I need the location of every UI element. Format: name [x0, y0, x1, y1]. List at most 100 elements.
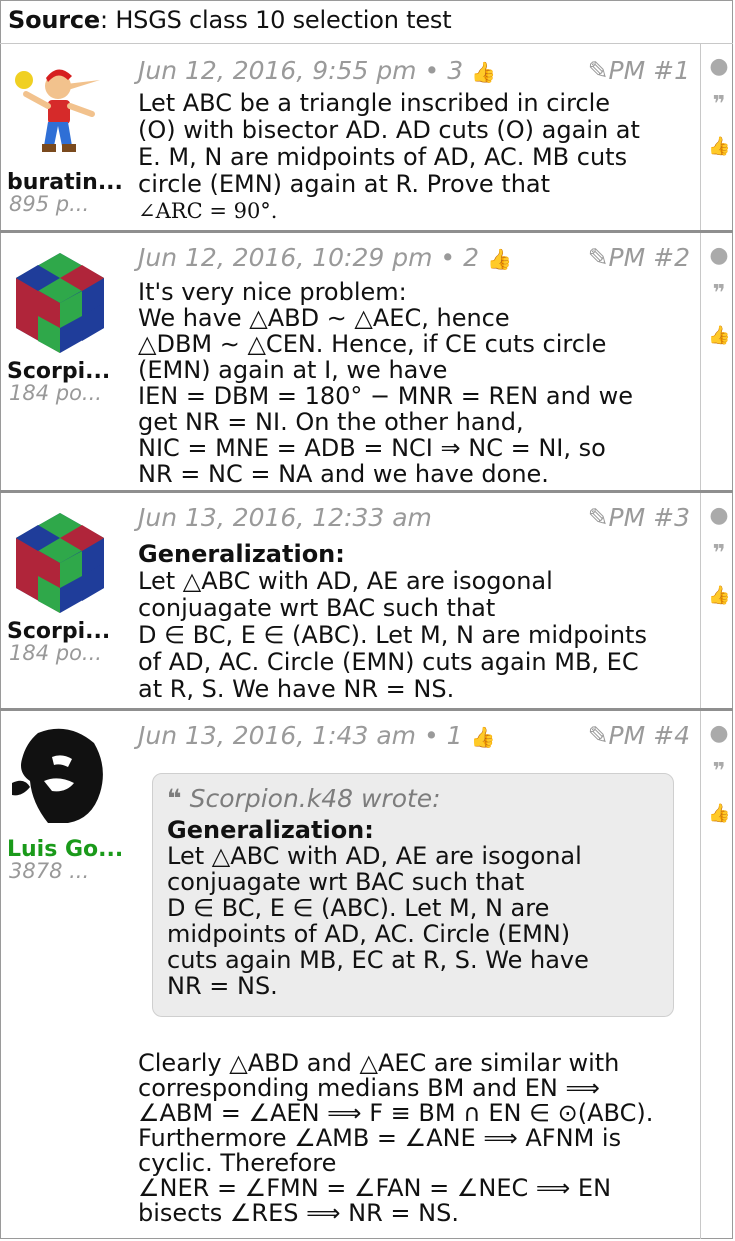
- avatar-pinocchio[interactable]: [8, 56, 112, 160]
- quote-block: ❝ Scorpion.k48 wrote: Generalization: Le…: [152, 773, 674, 1017]
- post-meta: Jun 13, 2016, 1:43 am • 1 👍: [138, 721, 496, 750]
- exclamation-icon[interactable]: ●: [708, 56, 730, 78]
- quote-line: D ∈ BC, E ∈ (ABC). Let M, N are: [167, 894, 550, 922]
- body-line: Clearly △ABD and △AEC are similar with: [138, 1049, 620, 1077]
- body-line: Let ABC be a triangle inscribed in circl…: [138, 89, 611, 117]
- body-line: ∠NER = ∠FMN = ∠FAN = ∠NEC ⟹ EN: [138, 1174, 612, 1202]
- pm-link[interactable]: ✎PM #2: [588, 243, 690, 272]
- user-points: 184 po...: [9, 381, 102, 405]
- body-line: ∠ABM = ∠AEN ⟹ F ≡ BM ∩ EN ∈ ⊙(ABC).: [138, 1099, 654, 1127]
- post-body: Let ABC be a triangle inscribed in circl…: [138, 90, 640, 225]
- body-line: conjuagate wrt BAC such that: [138, 594, 496, 622]
- body-line: of AD, AC. Circle (EMN) cuts again MB, E…: [138, 648, 639, 676]
- post-actions: ● ❞ 👍: [700, 493, 734, 708]
- source-label: Source: [8, 6, 100, 34]
- quote-icon[interactable]: ❞: [708, 94, 730, 116]
- quote-icon[interactable]: ❞: [708, 761, 730, 783]
- post-actions: ● ❞ 👍: [700, 44, 734, 230]
- body-line: Let △ABC with AD, AE are isogonal: [138, 567, 553, 595]
- body-line: E. M, N are midpoints of AD, AC. MB cuts: [138, 143, 628, 171]
- author-column: Luis Go... 3878 ...: [0, 711, 130, 1239]
- thumbs-up-icon[interactable]: 👍: [708, 585, 730, 607]
- post-content: Jun 12, 2016, 9:55 pm • 3 👍 ✎PM #1 Let A…: [138, 44, 698, 233]
- quote-icon[interactable]: ❞: [708, 283, 730, 305]
- body-line: corresponding medians BM and EN ⟹: [138, 1074, 600, 1102]
- body-line: get NR = NI. On the other hand,: [138, 408, 524, 436]
- post-date: Jun 12, 2016, 9:55 pm: [138, 56, 417, 85]
- quote-heading: Generalization:: [167, 816, 374, 844]
- body-line: We have △ABD ∼ △AEC, hence: [138, 304, 510, 332]
- body-line: It's very nice problem:: [138, 278, 407, 306]
- body-line: at R, S. We have NR = NS.: [138, 675, 455, 703]
- like-count: 3: [447, 56, 464, 85]
- body-line: ∠ARC = 90°.: [138, 199, 278, 223]
- post-body: Generalization: Let △ABC with AD, AE are…: [138, 541, 647, 703]
- thumbs-up-icon[interactable]: 👍: [708, 325, 730, 347]
- post-meta: Jun 13, 2016, 12:33 am: [138, 503, 432, 532]
- body-line: NIC = MNE = ADB = NCI ⇒ NC = NI, so: [138, 434, 606, 462]
- body-line: (O) with bisector AD. AD cuts (O) again …: [138, 116, 640, 144]
- post-1: buratin... 895 p... Jun 12, 2016, 9:55 p…: [0, 44, 733, 233]
- exclamation-icon[interactable]: ●: [708, 245, 730, 267]
- post-date: Jun 13, 2016, 1:43 am: [138, 721, 416, 750]
- thumbs-up-icon: 👍: [471, 60, 496, 84]
- body-line: circle (EMN) again at R. Prove that: [138, 170, 551, 198]
- user-points: 895 p...: [9, 192, 90, 216]
- avatar-face-sketch[interactable]: [8, 723, 112, 827]
- quote-icon[interactable]: ❞: [708, 543, 730, 565]
- post-body: It's very nice problem: We have △ABD ∼ △…: [138, 279, 633, 487]
- body-line: Furthermore ∠AMB = ∠ANE ⟹ AFNM is: [138, 1124, 622, 1152]
- exclamation-icon[interactable]: ●: [708, 723, 730, 745]
- exclamation-icon[interactable]: ●: [708, 505, 730, 527]
- edit-icon: ✎: [587, 243, 609, 272]
- quote-line: Let △ABC with AD, AE are isogonal: [167, 842, 582, 870]
- quote-line: cuts again MB, EC at R, S. We have: [167, 946, 589, 974]
- post-date: Jun 12, 2016, 10:29 pm: [138, 243, 433, 272]
- avatar-cubes[interactable]: [8, 511, 112, 615]
- quote-line: midpoints of AD, AC. Circle (EMN): [167, 920, 571, 948]
- quote-author: Scorpion.k48 wrote:: [189, 784, 441, 813]
- edit-icon: ✎: [587, 721, 609, 750]
- edit-icon: ✎: [587, 503, 609, 532]
- body-line: △DBM ∼ △CEN. Hence, if CE cuts circle: [138, 330, 607, 358]
- body-line: cyclic. Therefore: [138, 1149, 337, 1177]
- quote-line: NR = NS.: [167, 972, 278, 1000]
- user-points: 184 po...: [9, 641, 102, 665]
- quote-header: ❝ Scorpion.k48 wrote:: [167, 784, 659, 813]
- post-4: Luis Go... 3878 ... Jun 13, 2016, 1:43 a…: [0, 711, 733, 1239]
- post-actions: ● ❞ 👍: [700, 233, 734, 490]
- source-text: : HSGS class 10 selection test: [100, 6, 452, 34]
- post-heading: Generalization:: [138, 540, 345, 568]
- post-meta: Jun 12, 2016, 9:55 pm • 3 👍: [138, 56, 496, 85]
- post-3: Scorpi... 184 po... Jun 13, 2016, 12:33 …: [0, 493, 733, 711]
- like-count: 2: [463, 243, 479, 272]
- thumbs-up-icon: 👍: [470, 725, 496, 749]
- post-meta: Jun 12, 2016, 10:29 pm • 2 👍: [138, 243, 512, 272]
- quote-icon: ❝: [167, 784, 182, 813]
- thumbs-up-icon[interactable]: 👍: [708, 136, 730, 158]
- pm-link[interactable]: ✎PM #4: [588, 721, 690, 750]
- like-count: 1: [446, 721, 463, 750]
- post-content: Jun 13, 2016, 12:33 am ✎PM #3 Generaliza…: [138, 493, 698, 711]
- body-line: bisects ∠RES ⟹ NR = NS.: [138, 1199, 459, 1227]
- thumbs-up-icon: 👍: [486, 247, 512, 271]
- pm-link[interactable]: ✎PM #1: [588, 56, 690, 85]
- thumbs-up-icon[interactable]: 👍: [708, 803, 730, 825]
- edit-icon: ✎: [587, 56, 609, 85]
- pm-link[interactable]: ✎PM #3: [588, 503, 690, 532]
- body-line: D ∈ BC, E ∈ (ABC). Let M, N are midpoint…: [138, 621, 647, 649]
- author-column: buratin... 895 p...: [0, 44, 130, 230]
- post-content: Jun 12, 2016, 10:29 pm • 2 👍 ✎PM #2 It's…: [138, 233, 698, 493]
- post-content: Jun 13, 2016, 1:43 am • 1 👍 ✎PM #4 ❝ Sco…: [138, 711, 698, 1239]
- quote-line: conjuagate wrt BAC such that: [167, 868, 525, 896]
- author-column: Scorpi... 184 po...: [0, 233, 130, 490]
- post-body: Clearly △ABD and △AEC are similar with c…: [138, 1051, 653, 1226]
- post-actions: ● ❞ 👍: [700, 711, 734, 1239]
- post-date: Jun 13, 2016, 12:33 am: [138, 503, 432, 532]
- avatar-cubes[interactable]: [8, 251, 112, 355]
- body-line: (EMN) again at I, we have: [138, 356, 448, 384]
- post-2: Scorpi... 184 po... Jun 12, 2016, 10:29 …: [0, 233, 733, 493]
- body-line: NR = NC = NA and we have done.: [138, 460, 549, 488]
- user-points: 3878 ...: [9, 859, 90, 883]
- author-column: Scorpi... 184 po...: [0, 493, 130, 708]
